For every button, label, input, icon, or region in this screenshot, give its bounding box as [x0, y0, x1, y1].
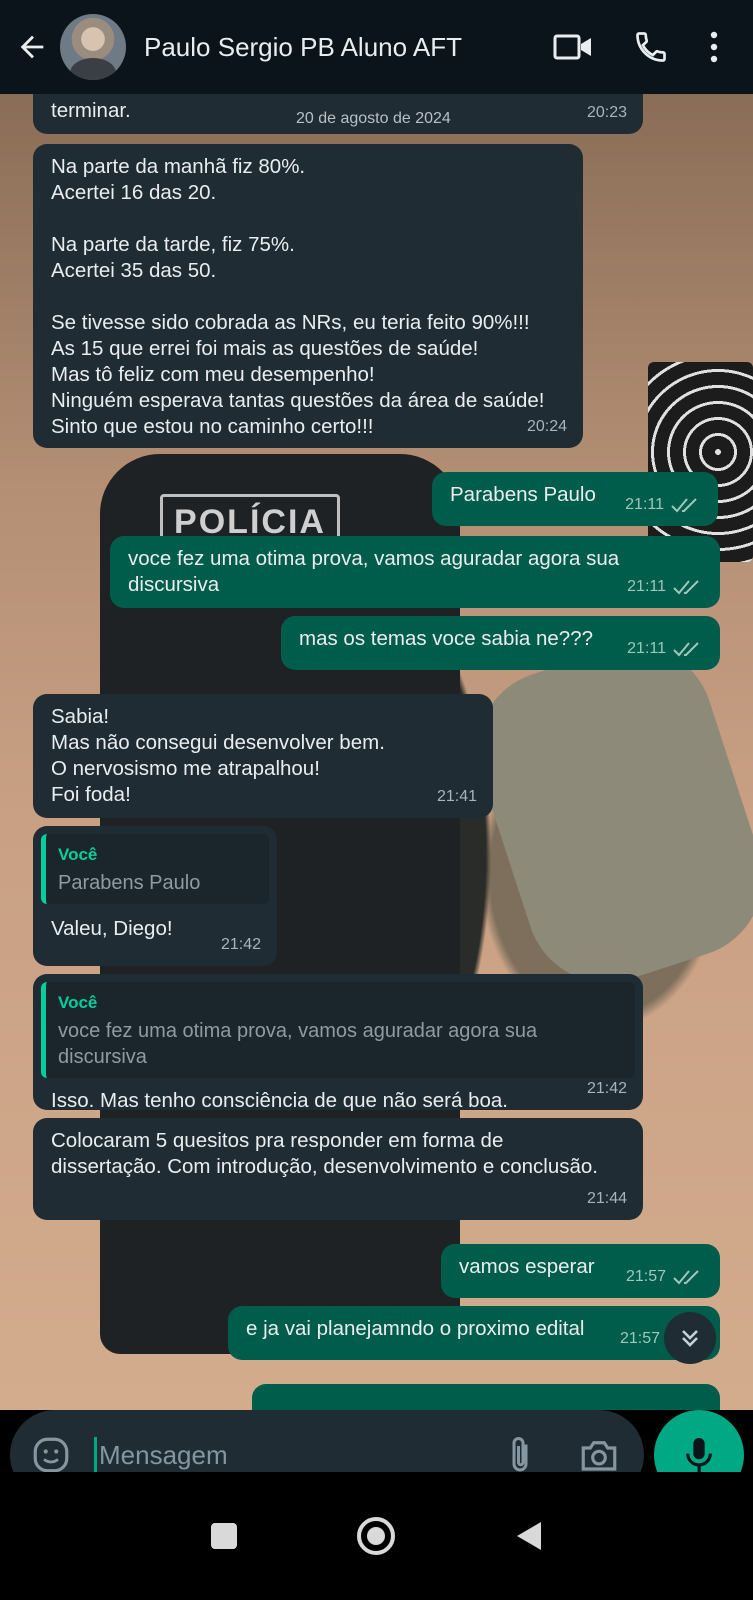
back-arrow-icon[interactable] — [10, 25, 54, 69]
phone-icon[interactable] — [621, 17, 681, 77]
message-input[interactable]: Mensagem — [99, 1440, 502, 1471]
message-bubble[interactable]: Parabens Paulo 21:11 — [432, 472, 718, 526]
read-ticks-icon — [673, 580, 699, 595]
message-bubble[interactable]: Colocaram 5 quesitos pra responder em fo… — [33, 1118, 643, 1220]
contact-name[interactable]: Paulo Sergio PB Aluno AFT — [144, 32, 543, 63]
quote-author: Você — [58, 845, 98, 864]
read-ticks-icon — [671, 498, 697, 513]
message-time: 21:41 — [436, 788, 477, 805]
message-time: 21:11 — [625, 496, 664, 513]
avatar[interactable] — [60, 14, 126, 80]
message-time: 21:42 — [586, 1080, 627, 1097]
double-chevron-down-icon — [682, 1330, 698, 1347]
message-time: 21:44 — [586, 1190, 627, 1207]
message-time: 21:57 — [619, 1330, 660, 1347]
composer: Mensagem — [0, 1378, 753, 1500]
text-caret — [94, 1437, 97, 1473]
message-time-group: 21:11 — [625, 492, 702, 518]
message-time-group: 21:11 — [627, 636, 704, 662]
message-time-group: 21:11 — [627, 574, 704, 600]
quoted-message[interactable]: Você voce fez uma otima prova, vamos agu… — [41, 982, 635, 1078]
read-ticks-icon — [673, 642, 699, 657]
reply-message-bubble[interactable]: Você voce fez uma otima prova, vamos agu… — [33, 974, 643, 1112]
message-time: 21:11 — [627, 578, 666, 595]
message-text: Isso. Mas tenho consciência de que não s… — [51, 1089, 508, 1112]
quote-author: Você — [58, 993, 98, 1012]
message-time: 20:24 — [526, 418, 567, 435]
attach-icon[interactable] — [502, 1434, 538, 1476]
system-nav-bar — [0, 1472, 753, 1600]
message-time: 21:11 — [627, 640, 666, 657]
chat-area[interactable]: POLÍCIA 20 de agosto de 2024 terminar. 2… — [0, 94, 753, 1410]
wallpaper-target — [648, 362, 753, 562]
chat-header: Paulo Sergio PB Aluno AFT — [0, 0, 753, 94]
camera-icon[interactable] — [578, 1434, 620, 1476]
message-text: Na parte da manhã fiz 80%. Acertei 16 da… — [51, 155, 545, 438]
message-bubble[interactable]: mas os temas voce sabia ne??? 21:11 — [281, 616, 720, 670]
wallpaper-arm — [456, 624, 753, 1004]
video-call-icon[interactable] — [543, 17, 603, 77]
quote-text: Parabens Paulo — [58, 872, 201, 894]
quoted-message[interactable]: Você Parabens Paulo — [41, 834, 269, 904]
message-bubble[interactable]: vamos esperar 21:57 — [441, 1244, 720, 1298]
message-text: Colocaram 5 quesitos pra responder em fo… — [51, 1129, 598, 1178]
home-button[interactable] — [356, 1517, 395, 1555]
message-bubble[interactable]: Sabia! Mas não consegui desenvolver bem.… — [33, 694, 493, 818]
recents-button[interactable] — [210, 1523, 237, 1549]
quote-text: voce fez uma otima prova, vamos aguradar… — [58, 1020, 538, 1068]
message-time-group: 21:57 — [626, 1264, 704, 1290]
scroll-to-bottom-button[interactable] — [664, 1312, 716, 1364]
message-text: Sabia! Mas não consegui desenvolver bem.… — [51, 705, 385, 806]
message-text: voce fez uma otima prova, vamos aguradar… — [128, 547, 620, 596]
emoji-icon[interactable] — [30, 1434, 72, 1476]
message-time: 21:57 — [625, 1268, 666, 1285]
message-time: 20:23 — [586, 104, 627, 121]
message-bubble[interactable]: e ja vai planejamndo o proximo edital 21… — [228, 1306, 720, 1360]
mic-icon — [686, 1438, 712, 1472]
message-time: 21:42 — [220, 936, 261, 953]
reply-message-bubble[interactable]: Você Parabens Paulo Valeu, Diego! 21:42 — [33, 826, 277, 966]
read-ticks-icon — [673, 1270, 699, 1285]
message-bubble[interactable]: Na parte da manhã fiz 80%. Acertei 16 da… — [33, 144, 583, 448]
more-icon[interactable] — [699, 17, 729, 77]
message-bubble[interactable]: voce fez uma otima prova, vamos aguradar… — [110, 536, 720, 608]
back-nav-icon[interactable] — [515, 1520, 543, 1552]
date-chip: 20 de agosto de 2024 — [280, 104, 467, 134]
